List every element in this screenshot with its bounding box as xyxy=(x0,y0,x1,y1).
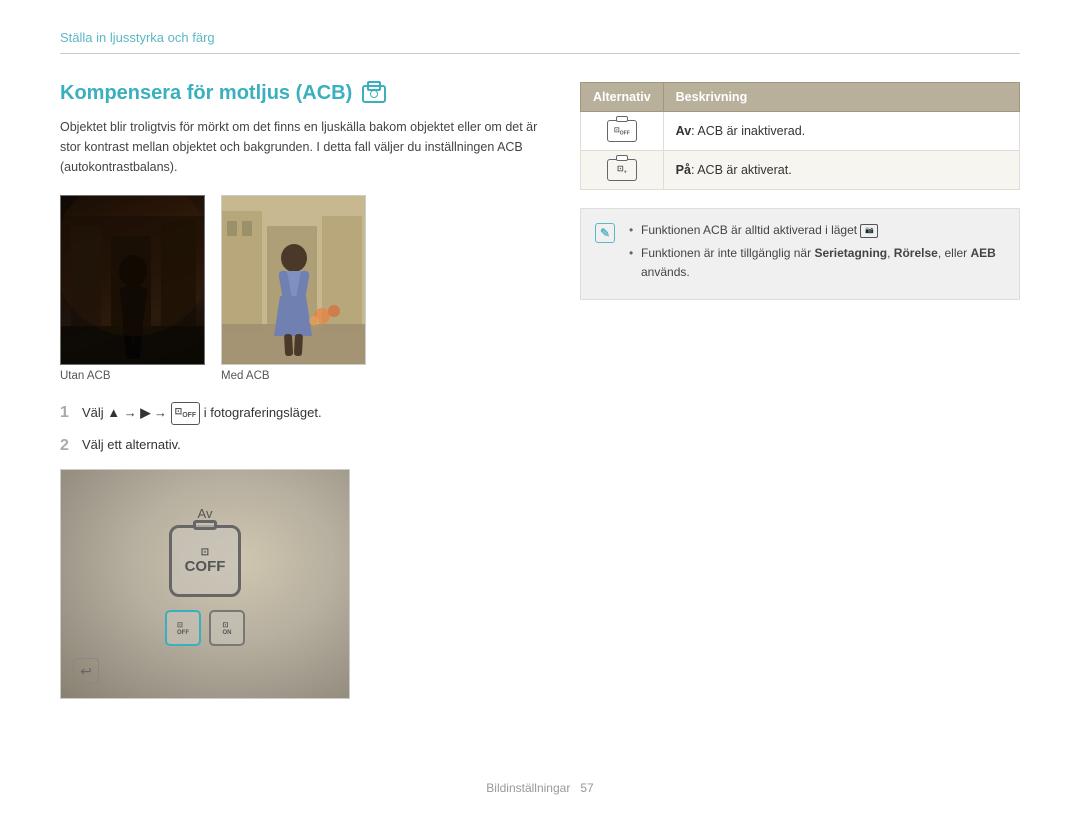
table-row-off: ⊡OFF Av: ACB är inaktiverad. xyxy=(581,112,1020,151)
table-desc-off: Av: ACB är inaktiverad. xyxy=(663,112,1019,151)
acb-icon-coff: COFF xyxy=(185,558,226,575)
photo-without-label: Utan ACB xyxy=(60,370,111,382)
info-table: Alternativ Beskrivning ⊡OFF xyxy=(580,82,1020,190)
table-acb-off-icon: ⊡OFF xyxy=(607,120,637,142)
note-box: ✎ Funktionen ACB är alltid aktiverad i l… xyxy=(580,208,1020,300)
section-title-text: Kompensera för motljus (ACB) xyxy=(60,82,352,105)
small-icon-off-label: ⊡OFF xyxy=(177,621,189,636)
page-footer: Bildinställningar 57 xyxy=(0,781,1080,795)
step-1-number: 1 xyxy=(60,402,76,424)
right-column: Alternativ Beskrivning ⊡OFF xyxy=(580,82,1020,699)
photo-dark xyxy=(60,195,205,365)
camera-lens xyxy=(370,90,378,98)
small-icons-row: ⊡OFF ⊡ON xyxy=(165,610,245,646)
table-icon-on-text: ⊡+ xyxy=(617,164,627,176)
table-desc-on: På: ACB är aktiverat. xyxy=(663,151,1019,190)
note-icon: ✎ xyxy=(595,223,615,243)
table-header-alternativ: Alternativ xyxy=(581,83,664,112)
photo-bright xyxy=(221,195,366,365)
acb-icon-notch xyxy=(193,520,217,530)
table-icon-notch-off xyxy=(616,116,628,122)
note-item-1: Funktionen ACB är alltid aktiverad i läg… xyxy=(625,221,1005,240)
table-acb-on-icon: ⊡+ xyxy=(607,159,637,181)
table-row-on: ⊡+ På: ACB är aktiverat. xyxy=(581,151,1020,190)
photo-comparison: Utan ACB xyxy=(60,195,540,382)
main-content: Kompensera för motljus (ACB) Objektet bl… xyxy=(60,82,1020,699)
photo-with-label: Med ACB xyxy=(221,370,270,382)
step-2-text: Välj ett alternativ. xyxy=(82,435,181,455)
footer-text: Bildinställningar xyxy=(486,781,570,795)
breadcrumb: Ställa in ljusstyrka och färg xyxy=(60,30,1020,54)
page-container: Ställa in ljusstyrka och färg Kompensera… xyxy=(0,0,1080,815)
acb-icon-top: ⊡ xyxy=(201,547,209,558)
screenshot-av-label: Av xyxy=(198,506,213,521)
step-2: 2 Välj ett alternativ. xyxy=(60,435,540,457)
note-box-inner: ✎ Funktionen ACB är alltid aktiverad i l… xyxy=(595,221,1005,287)
step-1-text: Välj ▲ → ▶ → ⊡OFF i fotograferingsläget. xyxy=(82,402,322,425)
table-header-beskrivning: Beskrivning xyxy=(663,83,1019,112)
note-content: Funktionen ACB är alltid aktiverad i läg… xyxy=(625,221,1005,287)
screenshot-inner: Av ⊡ COFF ⊡OF xyxy=(61,470,349,698)
table-desc-on-rest: : ACB är aktiverat. xyxy=(691,163,792,177)
acb-off-icon-inline: ⊡OFF xyxy=(171,402,201,425)
breadcrumb-text: Ställa in ljusstyrka och färg xyxy=(60,30,215,45)
photo-dark-svg xyxy=(61,196,205,365)
left-column: Kompensera för motljus (ACB) Objektet bl… xyxy=(60,82,540,699)
table-icon-off-text: ⊡OFF xyxy=(614,126,630,136)
note-list: Funktionen ACB är alltid aktiverad i läg… xyxy=(625,221,1005,283)
footer-page: 57 xyxy=(580,781,593,795)
back-arrow[interactable]: ↩ xyxy=(73,658,99,684)
table-desc-off-bold: Av xyxy=(676,124,692,138)
step-1: 1 Välj ▲ → ▶ → ⊡OFF i fotograferingsläge… xyxy=(60,402,540,425)
description-text: Objektet blir troligtvis för mörkt om de… xyxy=(60,117,540,177)
table-icon-cell-off: ⊡OFF xyxy=(581,112,664,151)
photo-bright-svg xyxy=(222,196,366,365)
table-desc-on-bold: På xyxy=(676,163,691,177)
big-acb-container: ⊡ COFF xyxy=(169,525,241,597)
table-icon-notch-on xyxy=(616,155,628,161)
acb-icon-text-group: ⊡ COFF xyxy=(185,547,226,575)
section-title: Kompensera för motljus (ACB) xyxy=(60,82,540,105)
table-desc-off-rest: : ACB är inaktiverad. xyxy=(691,124,805,138)
photo-without-acb: Utan ACB xyxy=(60,195,205,382)
camera-icon-note: 📷 xyxy=(860,224,878,238)
big-acb-icon: ⊡ COFF xyxy=(169,525,241,597)
photo-with-acb: Med ACB xyxy=(221,195,366,382)
camera-icon xyxy=(362,85,386,103)
steps-section: 1 Välj ▲ → ▶ → ⊡OFF i fotograferingsläge… xyxy=(60,402,540,457)
table-icon-cell-on: ⊡+ xyxy=(581,151,664,190)
note-item-2: Funktionen är inte tillgänglig när Serie… xyxy=(625,244,1005,282)
small-icon-on[interactable]: ⊡ON xyxy=(209,610,245,646)
step-2-number: 2 xyxy=(60,435,76,457)
small-icon-on-label: ⊡ON xyxy=(223,621,232,636)
small-icon-off[interactable]: ⊡OFF xyxy=(165,610,201,646)
camera-screenshot: Av ⊡ COFF ⊡OF xyxy=(60,469,350,699)
